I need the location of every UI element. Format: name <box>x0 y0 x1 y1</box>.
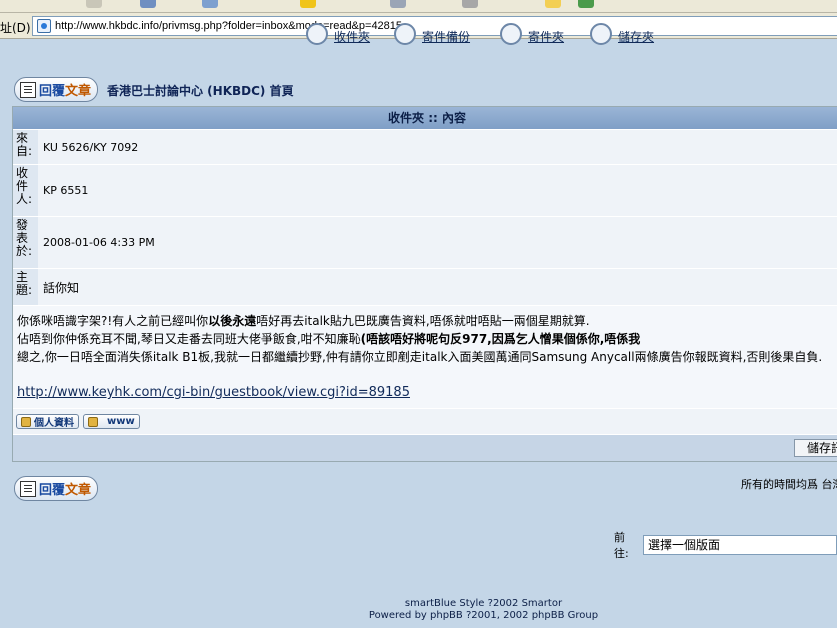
forum-index-link[interactable]: 香港巴士討論中心 (HKBDC) 首頁 <box>107 82 294 99</box>
folder-icon[interactable] <box>545 0 561 8</box>
subject-label: 主題: <box>13 269 38 305</box>
guestbook-link[interactable]: http://www.keyhk.com/cgi-bin/guestbook/v… <box>17 384 837 402</box>
subject-value: 話你知 <box>38 269 837 305</box>
savebox-icon <box>590 23 612 45</box>
message-table: 收件夾 :: 內容 來自: KU 5626/KY 7092 收件人: KP 65… <box>12 106 837 462</box>
date-label: 發表於: <box>13 217 38 268</box>
to-value: KP 6551 <box>38 165 837 216</box>
page-icon <box>37 19 51 33</box>
nav-outbox[interactable]: 寄件夾 <box>500 23 564 47</box>
document-icon <box>20 81 36 98</box>
refresh-icon[interactable] <box>86 0 102 8</box>
document-icon <box>20 480 36 497</box>
timezone-note: 所有的時間均爲 台灣時間 <box>741 478 837 491</box>
action-bar: 儲存訊息 <box>13 435 837 461</box>
globe-icon <box>88 416 98 427</box>
footer-style-credit: smartBlue Style ?2002 Smartor <box>404 598 563 609</box>
subject-row: 主題: 話你知 <box>13 269 837 306</box>
www-button[interactable]: www <box>83 414 140 429</box>
reply-label: 回覆文章 <box>39 84 92 99</box>
history-icon[interactable] <box>390 0 406 8</box>
favorites-star-icon[interactable] <box>300 0 316 8</box>
from-label: 來自: <box>13 130 38 164</box>
messenger-icon[interactable] <box>578 0 594 8</box>
date-value: 2008-01-06 4:33 PM <box>38 217 837 268</box>
forum-select[interactable]: 選擇一個版面 <box>642 535 837 555</box>
jump-box: 前往: 選擇一個版面 <box>614 529 837 561</box>
print-icon[interactable] <box>462 0 478 8</box>
profile-buttons-row: 個人資料 www <box>13 409 837 435</box>
browser-toolbar <box>0 0 837 13</box>
jump-label: 前往: <box>614 531 629 560</box>
address-label: 址(D) <box>0 21 31 35</box>
message-body: 你係咪唔識字架?!有人之前已經叫你以後永遠唔好再去italk貼九巴既廣告資料,唔… <box>13 306 837 409</box>
reply-button[interactable]: 回覆文章 <box>14 77 98 102</box>
to-label: 收件人: <box>13 165 38 216</box>
message-line-1: 你係咪唔識字架?!有人之前已經叫你以後永遠唔好再去italk貼九巴既廣告資料,唔… <box>17 314 590 328</box>
message-line-3: 總之,你一日唔全面消失係italk B1板,我就一日都繼續抄野,仲有請你立即剷走… <box>17 350 823 364</box>
nav-savebox[interactable]: 儲存夾 <box>590 23 654 47</box>
reply-label: 回覆文章 <box>39 483 92 498</box>
from-value: KU 5626/KY 7092 <box>38 130 837 164</box>
from-row: 來自: KU 5626/KY 7092 <box>13 130 837 165</box>
nav-inbox[interactable]: 收件夾 <box>306 23 370 47</box>
section-title: 收件夾 :: 內容 <box>13 107 837 130</box>
message-line-2: 佔唔到你仲係充耳不聞,琴日又走番去同班大佬爭飯食,咁不知廉恥(唔該唔好將呢句反9… <box>17 332 641 346</box>
profile-button[interactable]: 個人資料 <box>16 414 79 429</box>
outbox-icon <box>500 23 522 45</box>
date-row: 發表於: 2008-01-06 4:33 PM <box>13 217 837 269</box>
sentbox-icon <box>394 23 416 45</box>
inbox-icon <box>306 23 328 45</box>
footer-powered-by: Powered by phpBB ?2001, 2002 phpBB Group <box>368 610 599 621</box>
home-icon[interactable] <box>140 0 156 8</box>
reply-button-bottom[interactable]: 回覆文章 <box>14 476 98 501</box>
save-message-button[interactable]: 儲存訊息 <box>794 439 837 457</box>
nav-sentbox[interactable]: 寄件備份 <box>394 23 470 47</box>
to-row: 收件人: KP 6551 <box>13 165 837 217</box>
search-icon[interactable] <box>202 0 218 8</box>
profile-icon <box>21 416 31 427</box>
